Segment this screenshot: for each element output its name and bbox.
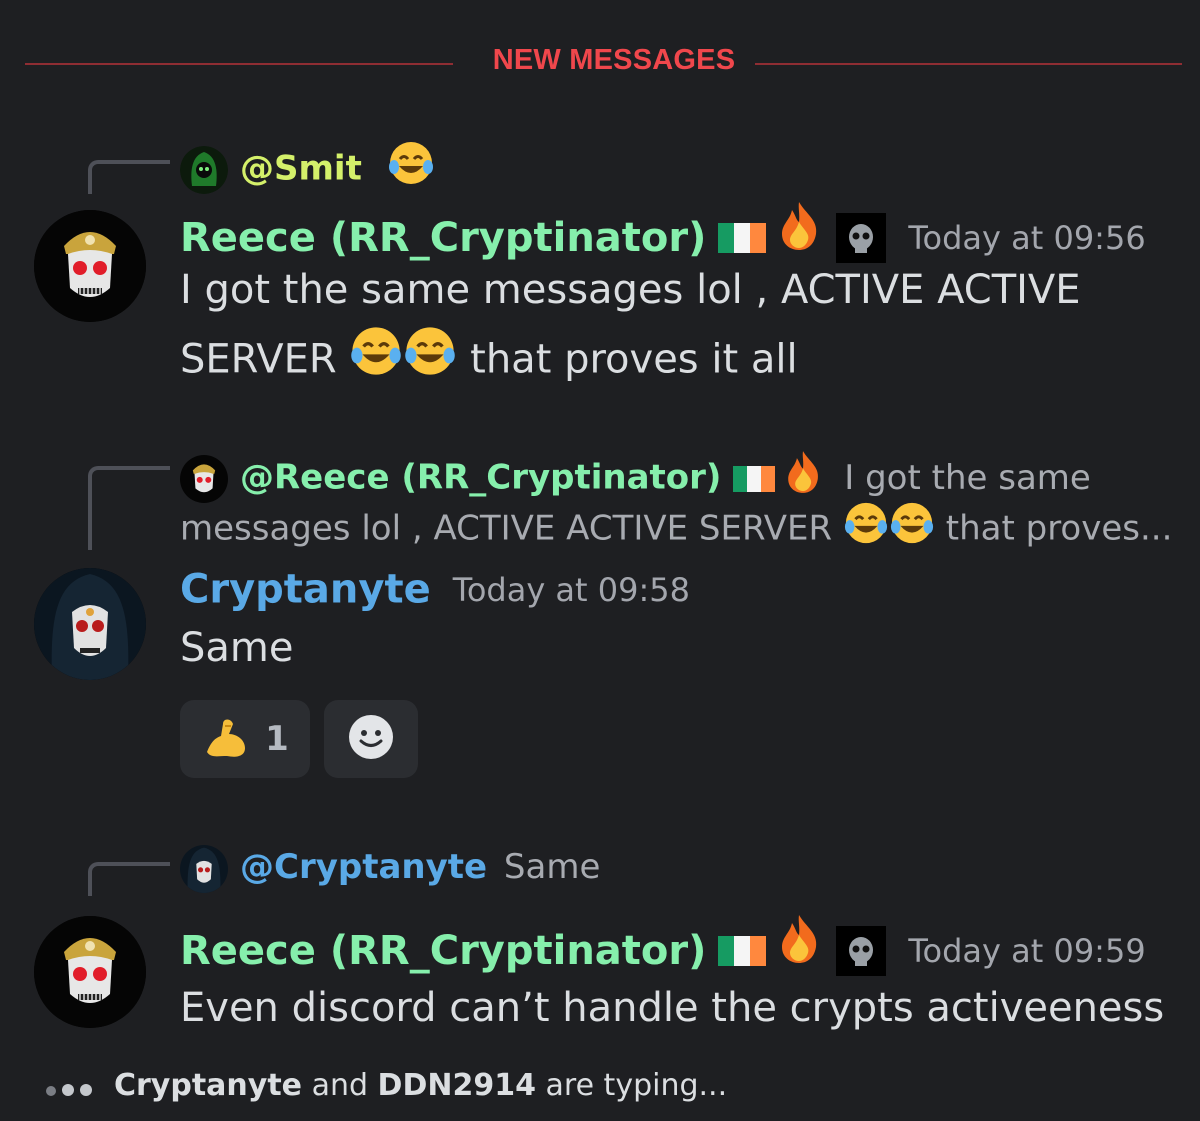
message-content: Even discord can’t handle the crypts act… [180,974,1164,1042]
reply-preview: I got the same [844,457,1091,498]
username[interactable]: Reece (RR_Cryptinator) [180,928,706,974]
role-skull-icon [836,926,887,976]
reply-mention[interactable]: @Smit [240,149,362,189]
reply-preview-continued[interactable]: messages lol , ACTIVE ACTIVE SERVER that… [180,500,1172,560]
new-messages-divider: NEW MESSAGES [25,40,1182,88]
joy-emoji-icon [403,324,457,399]
joy-emoji-icon [387,139,435,201]
divider-line-left [25,63,453,65]
reply-mention[interactable]: @Reece (RR_Cryptinator) [240,458,721,498]
typing-indicator: Cryptanyte and DDN2914 are typing... [46,1068,727,1104]
add-reaction-icon [346,712,396,766]
username[interactable]: Reece (RR_Cryptinator) [180,215,706,261]
reply-spine [88,862,170,896]
add-reaction-button[interactable] [324,700,418,778]
ireland-flag-icon [718,223,767,253]
flexed-biceps-icon [201,712,251,766]
reaction-count: 1 [265,719,289,759]
cryptanyte-mini-avatar[interactable] [180,844,228,893]
cryptanyte-avatar[interactable] [34,568,146,680]
reply-spine [88,466,170,550]
reaction-flexed-biceps[interactable]: 1 [180,700,310,778]
new-messages-label: NEW MESSAGES [492,44,736,76]
reece-avatar[interactable] [34,916,146,1028]
message-content: I got the same messages lol , ACTIVE ACT… [180,256,1081,399]
joy-emoji-icon [843,500,889,560]
ireland-flag-icon [718,936,767,966]
reece-avatar[interactable] [34,210,146,322]
timestamp: Today at 09:56 [908,219,1146,257]
message-line: Same [180,625,294,671]
message-line: SERVER that proves it all [180,324,1081,399]
reply-reference[interactable]: @Smit [180,139,435,201]
typing-user: DDN2914 [377,1068,536,1103]
reply-mention[interactable]: @Cryptanyte [240,847,487,887]
reactions-bar: 1 [180,700,418,778]
timestamp: Today at 09:59 [908,932,1146,970]
username[interactable]: Cryptanyte [180,567,431,613]
divider-line-right [755,63,1182,65]
timestamp: Today at 09:58 [452,570,690,609]
reply-spine [88,160,170,194]
message-line: Even discord can’t handle the crypts act… [180,985,1165,1031]
message-header: Cryptanyte Today at 09:58 [180,560,690,619]
joy-emoji-icon [889,500,935,560]
typing-user: Cryptanyte [114,1068,303,1103]
reece-mini-avatar[interactable] [180,455,228,503]
message-content: Same [180,614,293,682]
message-line: I got the same messages lol , ACTIVE ACT… [180,267,1081,313]
chat-channel: NEW MESSAGES @Smit Reece (RR_Cryptinator… [0,0,1200,1121]
ireland-flag-icon [733,466,776,492]
reply-preview: Same [503,847,601,887]
joy-emoji-icon [349,324,403,399]
smit-avatar[interactable] [180,146,228,194]
typing-dots-icon [46,1069,98,1104]
reply-reference[interactable]: @Cryptanyte Same [180,842,600,893]
